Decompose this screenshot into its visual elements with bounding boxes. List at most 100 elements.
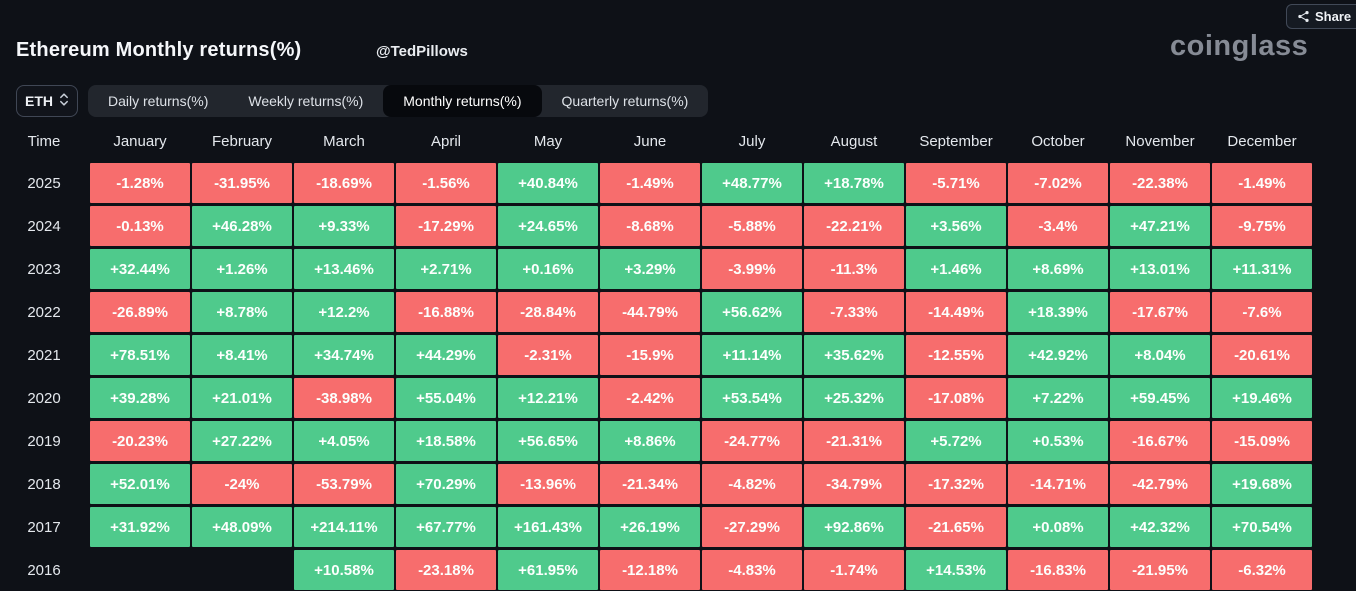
return-cell: +8.86% — [600, 421, 700, 461]
return-cell: +48.77% — [702, 163, 802, 203]
return-cell: +25.32% — [804, 378, 904, 418]
return-cell: +8.04% — [1110, 335, 1210, 375]
return-cell: +18.39% — [1008, 292, 1108, 332]
return-cell: +67.77% — [396, 507, 496, 547]
return-cell: -34.79% — [804, 464, 904, 504]
share-button-label: Share — [1315, 9, 1351, 24]
return-cell: -3.4% — [1008, 206, 1108, 246]
return-cell: +40.84% — [498, 163, 598, 203]
return-cell: -1.56% — [396, 163, 496, 203]
return-cell: +78.51% — [90, 335, 190, 375]
return-cell: +19.46% — [1212, 378, 1312, 418]
return-cell: -28.84% — [498, 292, 598, 332]
return-cell: -22.21% — [804, 206, 904, 246]
return-cell: +44.29% — [396, 335, 496, 375]
return-cell: -1.49% — [1212, 163, 1312, 203]
column-header-september: September — [906, 122, 1006, 160]
return-cell: +2.71% — [396, 249, 496, 289]
return-cell: +11.31% — [1212, 249, 1312, 289]
return-cell: +0.16% — [498, 249, 598, 289]
return-cell: +3.56% — [906, 206, 1006, 246]
return-cell: +42.32% — [1110, 507, 1210, 547]
return-cell: -0.13% — [90, 206, 190, 246]
column-header-february: February — [192, 122, 292, 160]
share-icon — [1297, 10, 1310, 23]
column-header-january: January — [90, 122, 190, 160]
share-button[interactable]: Share — [1286, 4, 1356, 29]
return-cell: -1.74% — [804, 550, 904, 590]
return-cell: +12.2% — [294, 292, 394, 332]
return-cell: -7.6% — [1212, 292, 1312, 332]
return-cell: +59.45% — [1110, 378, 1210, 418]
return-cell-empty — [192, 550, 292, 590]
return-cell: -15.9% — [600, 335, 700, 375]
return-cell: -12.55% — [906, 335, 1006, 375]
return-cell: +27.22% — [192, 421, 292, 461]
return-cell: +55.04% — [396, 378, 496, 418]
return-cell: -2.42% — [600, 378, 700, 418]
return-cell: +19.68% — [1212, 464, 1312, 504]
return-cell: +42.92% — [1008, 335, 1108, 375]
return-cell: +52.01% — [90, 464, 190, 504]
return-cell: -6.32% — [1212, 550, 1312, 590]
return-cell: +214.11% — [294, 507, 394, 547]
return-cell: +3.29% — [600, 249, 700, 289]
return-cell: -21.34% — [600, 464, 700, 504]
return-cell: -8.68% — [600, 206, 700, 246]
tab-monthly-returns[interactable]: Monthly returns(%) — [383, 85, 541, 117]
symbol-select[interactable]: ETH — [16, 85, 78, 117]
column-header-october: October — [1008, 122, 1108, 160]
return-cell-empty — [90, 550, 190, 590]
return-cell: -27.29% — [702, 507, 802, 547]
return-cell: +11.14% — [702, 335, 802, 375]
row-year-label: 2018 — [0, 464, 88, 504]
return-cell: -21.31% — [804, 421, 904, 461]
return-cell: +18.78% — [804, 163, 904, 203]
return-cell: +161.43% — [498, 507, 598, 547]
tab-daily-returns[interactable]: Daily returns(%) — [88, 85, 228, 117]
return-cell: -42.79% — [1110, 464, 1210, 504]
return-cell: +1.46% — [906, 249, 1006, 289]
return-cell: +32.44% — [90, 249, 190, 289]
row-year-label: 2019 — [0, 421, 88, 461]
return-cell: -17.29% — [396, 206, 496, 246]
return-cell: +53.54% — [702, 378, 802, 418]
return-cell: -14.71% — [1008, 464, 1108, 504]
return-cell: +13.46% — [294, 249, 394, 289]
return-cell: -5.88% — [702, 206, 802, 246]
return-cell: +47.21% — [1110, 206, 1210, 246]
return-cell: -20.23% — [90, 421, 190, 461]
return-cell: +26.19% — [600, 507, 700, 547]
row-year-label: 2021 — [0, 335, 88, 375]
return-cell: +39.28% — [90, 378, 190, 418]
return-cell: +48.09% — [192, 507, 292, 547]
column-header-march: March — [294, 122, 394, 160]
monthly-returns-table: TimeJanuaryFebruaryMarchAprilMayJuneJuly… — [0, 122, 1312, 590]
return-cell: +8.69% — [1008, 249, 1108, 289]
row-year-label: 2020 — [0, 378, 88, 418]
return-cell: +70.54% — [1212, 507, 1312, 547]
return-cell: +70.29% — [396, 464, 496, 504]
return-cell: +1.26% — [192, 249, 292, 289]
return-cell: +8.41% — [192, 335, 292, 375]
return-cell: +92.86% — [804, 507, 904, 547]
return-cell: -9.75% — [1212, 206, 1312, 246]
return-cell: -38.98% — [294, 378, 394, 418]
return-cell: -21.65% — [906, 507, 1006, 547]
return-cell: -11.3% — [804, 249, 904, 289]
return-cell: -53.79% — [294, 464, 394, 504]
return-cell: +56.62% — [702, 292, 802, 332]
return-cell: -16.88% — [396, 292, 496, 332]
return-cell: -4.82% — [702, 464, 802, 504]
tab-quarterly-returns[interactable]: Quarterly returns(%) — [542, 85, 709, 117]
column-header-april: April — [396, 122, 496, 160]
return-cell: -20.61% — [1212, 335, 1312, 375]
return-cell: +18.58% — [396, 421, 496, 461]
return-cell: -3.99% — [702, 249, 802, 289]
return-cell: -17.08% — [906, 378, 1006, 418]
return-cell: -21.95% — [1110, 550, 1210, 590]
return-cell: -4.83% — [702, 550, 802, 590]
return-cell: -26.89% — [90, 292, 190, 332]
tab-weekly-returns[interactable]: Weekly returns(%) — [228, 85, 383, 117]
row-year-label: 2024 — [0, 206, 88, 246]
